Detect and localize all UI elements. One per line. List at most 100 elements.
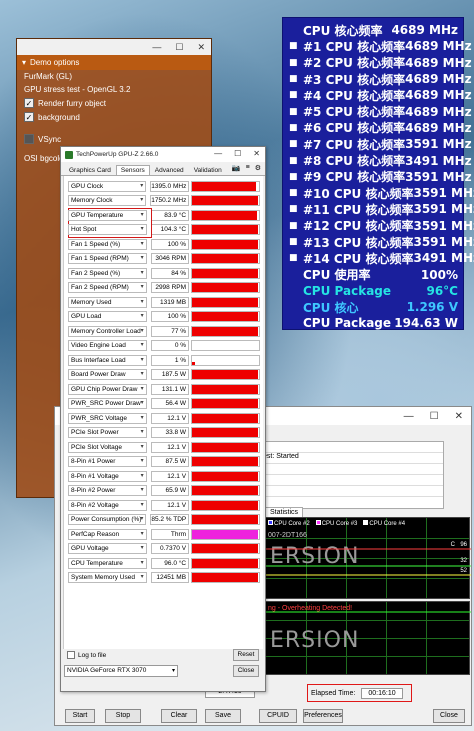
sensor-value: 87.5 W: [150, 456, 190, 468]
sensor-row: PWR_SRC Voltage12.1 V: [68, 411, 260, 426]
maximize-icon[interactable]: ☐: [430, 411, 439, 422]
osd-label-group: ■ #13 CPU 核心频率: [289, 234, 413, 251]
stop-button[interactable]: Stop: [105, 709, 141, 723]
osd-value: 3591 MHz: [413, 218, 474, 233]
sensor-name-dropdown[interactable]: Fan 2 Speed (RPM): [68, 282, 147, 294]
sensor-graph: [191, 325, 260, 337]
sensor-name-dropdown[interactable]: PWR_SRC Power Draw: [68, 398, 147, 410]
tab-advanced[interactable]: Advanced: [150, 165, 189, 175]
maximize-icon[interactable]: ☐: [234, 149, 241, 158]
sensor-row: Power Consumption (%)85.2 % TDP: [68, 513, 260, 528]
sensor-name-dropdown[interactable]: Bus Interface Load: [68, 354, 147, 366]
clear-button[interactable]: Clear: [161, 709, 197, 723]
settings-icon[interactable]: ⚙: [255, 164, 261, 172]
screenshot-icon[interactable]: 📷: [232, 164, 241, 172]
sensor-graph: [191, 441, 260, 453]
sensor-graph: [191, 427, 260, 439]
osd-row: ■ #5 CPU 核心频率 4689 MHz: [289, 103, 472, 120]
sensor-name-dropdown[interactable]: Fan 2 Speed (%): [68, 267, 147, 279]
option-checkbox[interactable]: ✓: [24, 112, 34, 122]
sensor-graph-fill: [192, 370, 258, 380]
close-icon[interactable]: ✕: [253, 149, 260, 158]
sensor-value: 84 %: [150, 267, 190, 279]
save-button[interactable]: Save: [205, 709, 241, 723]
close-button[interactable]: Close: [433, 709, 465, 723]
tab-sensors[interactable]: Sensors: [115, 165, 150, 175]
log-to-file-row[interactable]: Log to file: [67, 651, 106, 659]
sensor-value: 33.8 W: [150, 427, 190, 439]
sensor-name-dropdown[interactable]: Memory Used: [68, 296, 147, 308]
sensor-name-dropdown[interactable]: System Memory Used: [68, 572, 147, 584]
demo-options-header[interactable]: ▾ Demo options: [17, 55, 211, 70]
option-checkbox[interactable]: [24, 134, 34, 144]
sensor-graph-fill: [192, 283, 258, 293]
tab-validation[interactable]: Validation: [189, 165, 227, 175]
sensor-name-dropdown[interactable]: CPU Temperature: [68, 557, 147, 569]
minimize-icon[interactable]: —: [404, 411, 414, 422]
sensor-name-dropdown[interactable]: PWR_SRC Voltage: [68, 412, 147, 424]
osd-label-group: CPU 使用率: [289, 266, 371, 283]
square-bullet-icon: ■: [289, 253, 298, 264]
sensor-name-dropdown[interactable]: GPU Temperature: [68, 209, 147, 221]
sensor-name-dropdown[interactable]: 8-Pin #1 Voltage: [68, 470, 147, 482]
status-row: [261, 442, 443, 453]
preferences-button[interactable]: Preferences: [303, 709, 343, 723]
sensor-name-dropdown[interactable]: Fan 1 Speed (RPM): [68, 253, 147, 265]
maximize-icon[interactable]: ☐: [175, 42, 183, 53]
option-label: background: [38, 112, 80, 122]
close-icon[interactable]: ✕: [455, 411, 463, 422]
log-to-file-checkbox[interactable]: [67, 651, 75, 659]
minimize-icon[interactable]: —: [214, 149, 222, 158]
cpuid-button[interactable]: CPUID: [259, 709, 297, 723]
sensor-row: GPU Voltage0.7370 V: [68, 542, 260, 557]
sensor-name-dropdown[interactable]: PerfCap Reason: [68, 528, 147, 540]
osd-label: #12 CPU 核心频率: [303, 219, 414, 234]
gpuz-close-button[interactable]: Close: [233, 665, 259, 677]
sensor-name-dropdown[interactable]: GPU Clock: [68, 180, 147, 192]
gpuz-tabs: Graphics Card Sensors Advanced Validatio…: [61, 162, 265, 176]
close-icon[interactable]: ✕: [197, 42, 205, 53]
furmark-option-row[interactable]: ✓ background: [17, 110, 211, 124]
tab-statistics[interactable]: Statistics: [265, 507, 304, 517]
sensor-graph-fill: [192, 268, 258, 278]
option-checkbox[interactable]: ✓: [24, 98, 34, 108]
sensor-name-dropdown[interactable]: Memory Controller Load: [68, 325, 147, 337]
sensor-name-dropdown[interactable]: Power Consumption (%): [68, 514, 147, 526]
square-bullet-icon: ■: [289, 237, 298, 248]
square-bullet-icon: ■: [289, 106, 298, 117]
sensor-name-dropdown[interactable]: Fan 1 Speed (%): [68, 238, 147, 250]
sensor-name-dropdown[interactable]: Video Engine Load: [68, 340, 147, 352]
menu-icon[interactable]: ≡: [246, 164, 250, 172]
option-label: Render furry object: [38, 98, 107, 108]
square-bullet-icon: ■: [289, 171, 298, 182]
osd-value: 3591 MHz: [405, 169, 472, 184]
sensor-name-dropdown[interactable]: PCIe Slot Power: [68, 427, 147, 439]
furmark-option-row[interactable]: ✓ Render furry object: [17, 96, 211, 110]
sensor-name-dropdown[interactable]: Hot Spot: [68, 224, 147, 236]
sensor-name-dropdown[interactable]: Board Power Draw: [68, 369, 147, 381]
sensor-graph-fill: [192, 181, 256, 191]
start-button[interactable]: Start: [65, 709, 95, 723]
gpu-select-dropdown[interactable]: NVIDIA GeForce RTX 3070: [64, 665, 178, 677]
sensor-row: GPU Clock1395.0 MHz: [68, 179, 260, 194]
sensor-name-dropdown[interactable]: 8-Pin #2 Power: [68, 485, 147, 497]
sensor-name-dropdown[interactable]: GPU Voltage: [68, 543, 147, 555]
sensor-name-dropdown[interactable]: GPU Chip Power Draw: [68, 383, 147, 395]
sensor-graph: [191, 572, 260, 584]
reset-button[interactable]: Reset: [233, 649, 259, 661]
sensor-name-dropdown[interactable]: PCIe Slot Voltage: [68, 441, 147, 453]
osd-label: #4 CPU 核心频率: [303, 88, 406, 103]
osd-label-group: ■ #6 CPU 核心频率: [289, 119, 405, 136]
sensor-name-dropdown[interactable]: 8-Pin #2 Voltage: [68, 499, 147, 511]
furmark-option-row[interactable]: VSync: [17, 132, 211, 146]
usage-graph: ng - Overheating Detected! ERSION: [265, 601, 471, 675]
sensor-name-dropdown[interactable]: 8-Pin #1 Power: [68, 456, 147, 468]
osd-value: 3491 MHz: [413, 251, 474, 266]
minimize-icon[interactable]: —: [152, 42, 161, 52]
tab-graphics-card[interactable]: Graphics Card: [64, 165, 116, 175]
collapse-arrow-icon: ▾: [22, 58, 27, 67]
osd-label: #9 CPU 核心频率: [303, 170, 406, 185]
sensor-name-dropdown[interactable]: GPU Load: [68, 311, 147, 323]
sensor-row: Board Power Draw187.5 W: [68, 368, 260, 383]
sensor-name-dropdown[interactable]: Memory Clock: [68, 195, 147, 207]
